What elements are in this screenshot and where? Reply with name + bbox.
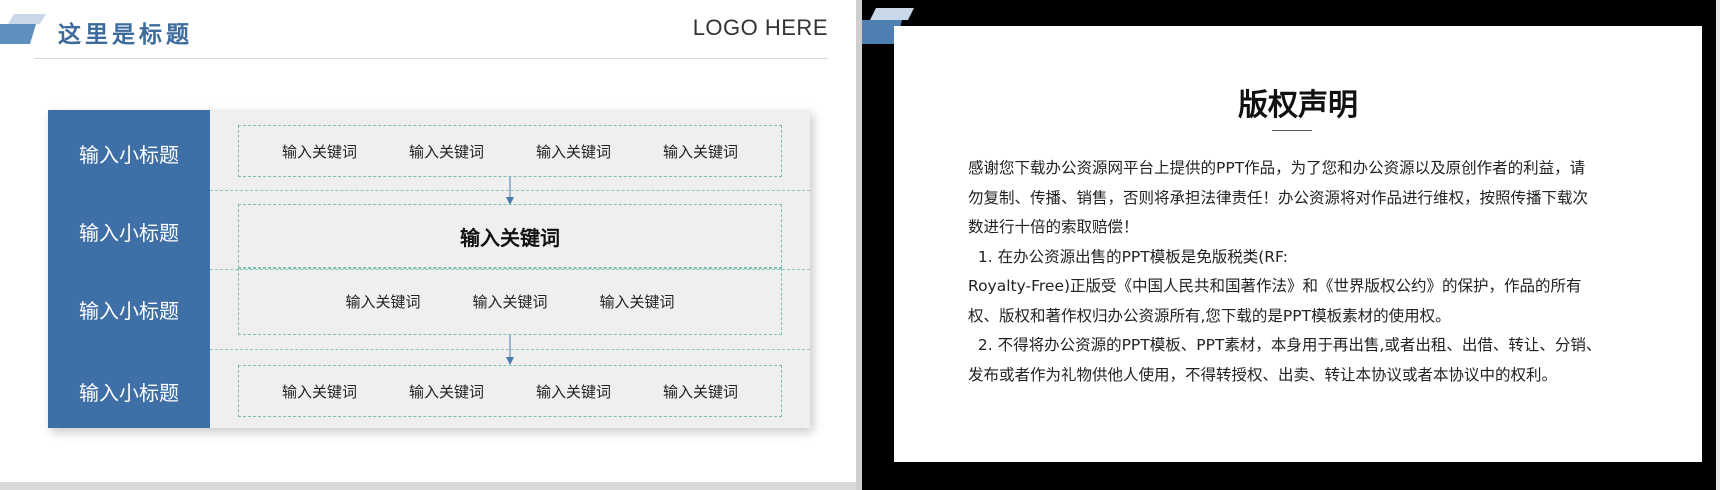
left-slide: 这里是标题 LOGO HERE 输入小标题 输入小标题 输入小标题 输入小标题 … <box>0 0 856 482</box>
header-parallelogram-icon <box>0 14 46 44</box>
row-subtitle: 输入小标题 <box>79 299 179 323</box>
keyword: 输入关键词 <box>535 382 611 401</box>
copyright-line: 权、版权和著作权归办公资源所有,您下载的是PPT模板素材的使用权。 <box>968 306 1451 325</box>
header-divider <box>34 58 828 59</box>
keyword-box: 输入关键词 输入关键词 输入关键词 输入关键词 <box>238 125 782 177</box>
keyword: 输入关键词 <box>662 142 738 161</box>
keyword: 输入关键词 <box>408 382 484 401</box>
arrow-down-icon <box>506 177 514 205</box>
copyright-line: 感谢您下载办公资源网平台上提供的PPT作品，为了您和办公资源以及原创作者的利益，… <box>968 159 1586 177</box>
keyword-large: 输入关键词 <box>460 225 560 250</box>
keyword-box: 输入关键词 <box>238 204 782 268</box>
keyword: 输入关键词 <box>408 142 484 161</box>
keyword: 输入关键词 <box>662 382 738 401</box>
logo-text: LOGO HERE <box>692 15 828 40</box>
page-title: 这里是标题 <box>58 22 193 48</box>
keyword: 输入关键词 <box>599 293 675 311</box>
keyword: 输入关键词 <box>535 142 611 161</box>
keyword: 输入关键词 <box>345 293 421 311</box>
copyright-line: Royalty-Free)正版受《中国人民共和国著作法》和《世界版权公约》的保护… <box>968 277 1582 295</box>
copyright-line: 发布或者作为礼物供他人使用，不得转授权、出卖、转让本协议或者本协议中的权利。 <box>968 365 1558 384</box>
keyword: 输入关键词 <box>472 293 548 311</box>
copyright-line: 2. 不得将办公资源的PPT模板、PPT素材，本身用于再出售,或者出租、出借、转… <box>968 336 1602 354</box>
copyright-body: 感谢您下载办公资源网平台上提供的PPT作品，为了您和办公资源以及原创作者的利益，… <box>968 154 1614 390</box>
arrow-down-icon <box>506 335 514 365</box>
keyword: 输入关键词 <box>281 142 357 161</box>
copyright-line: 1. 在办公资源出售的PPT模板是免版税类(RF: <box>968 247 1288 266</box>
row-subtitle: 输入小标题 <box>79 381 179 405</box>
copyright-title: 版权声明 <box>1238 88 1358 123</box>
keyword: 输入关键词 <box>281 382 357 401</box>
row-subtitle: 输入小标题 <box>79 221 179 245</box>
keyword-box: 输入关键词 输入关键词 输入关键词 输入关键词 <box>238 365 782 417</box>
copyright-line: 数进行十倍的索取赔偿！ <box>968 218 1139 236</box>
row-subtitle: 输入小标题 <box>79 143 179 167</box>
edge-strip <box>1716 0 1720 490</box>
title-underline <box>1272 130 1312 131</box>
keyword-box: 输入关键词 输入关键词 输入关键词 <box>238 268 782 335</box>
copyright-line: 勿复制、传播、销售，否则将承担法律责任！办公资源将对作品进行维权，按照传播下载次 <box>968 188 1589 207</box>
